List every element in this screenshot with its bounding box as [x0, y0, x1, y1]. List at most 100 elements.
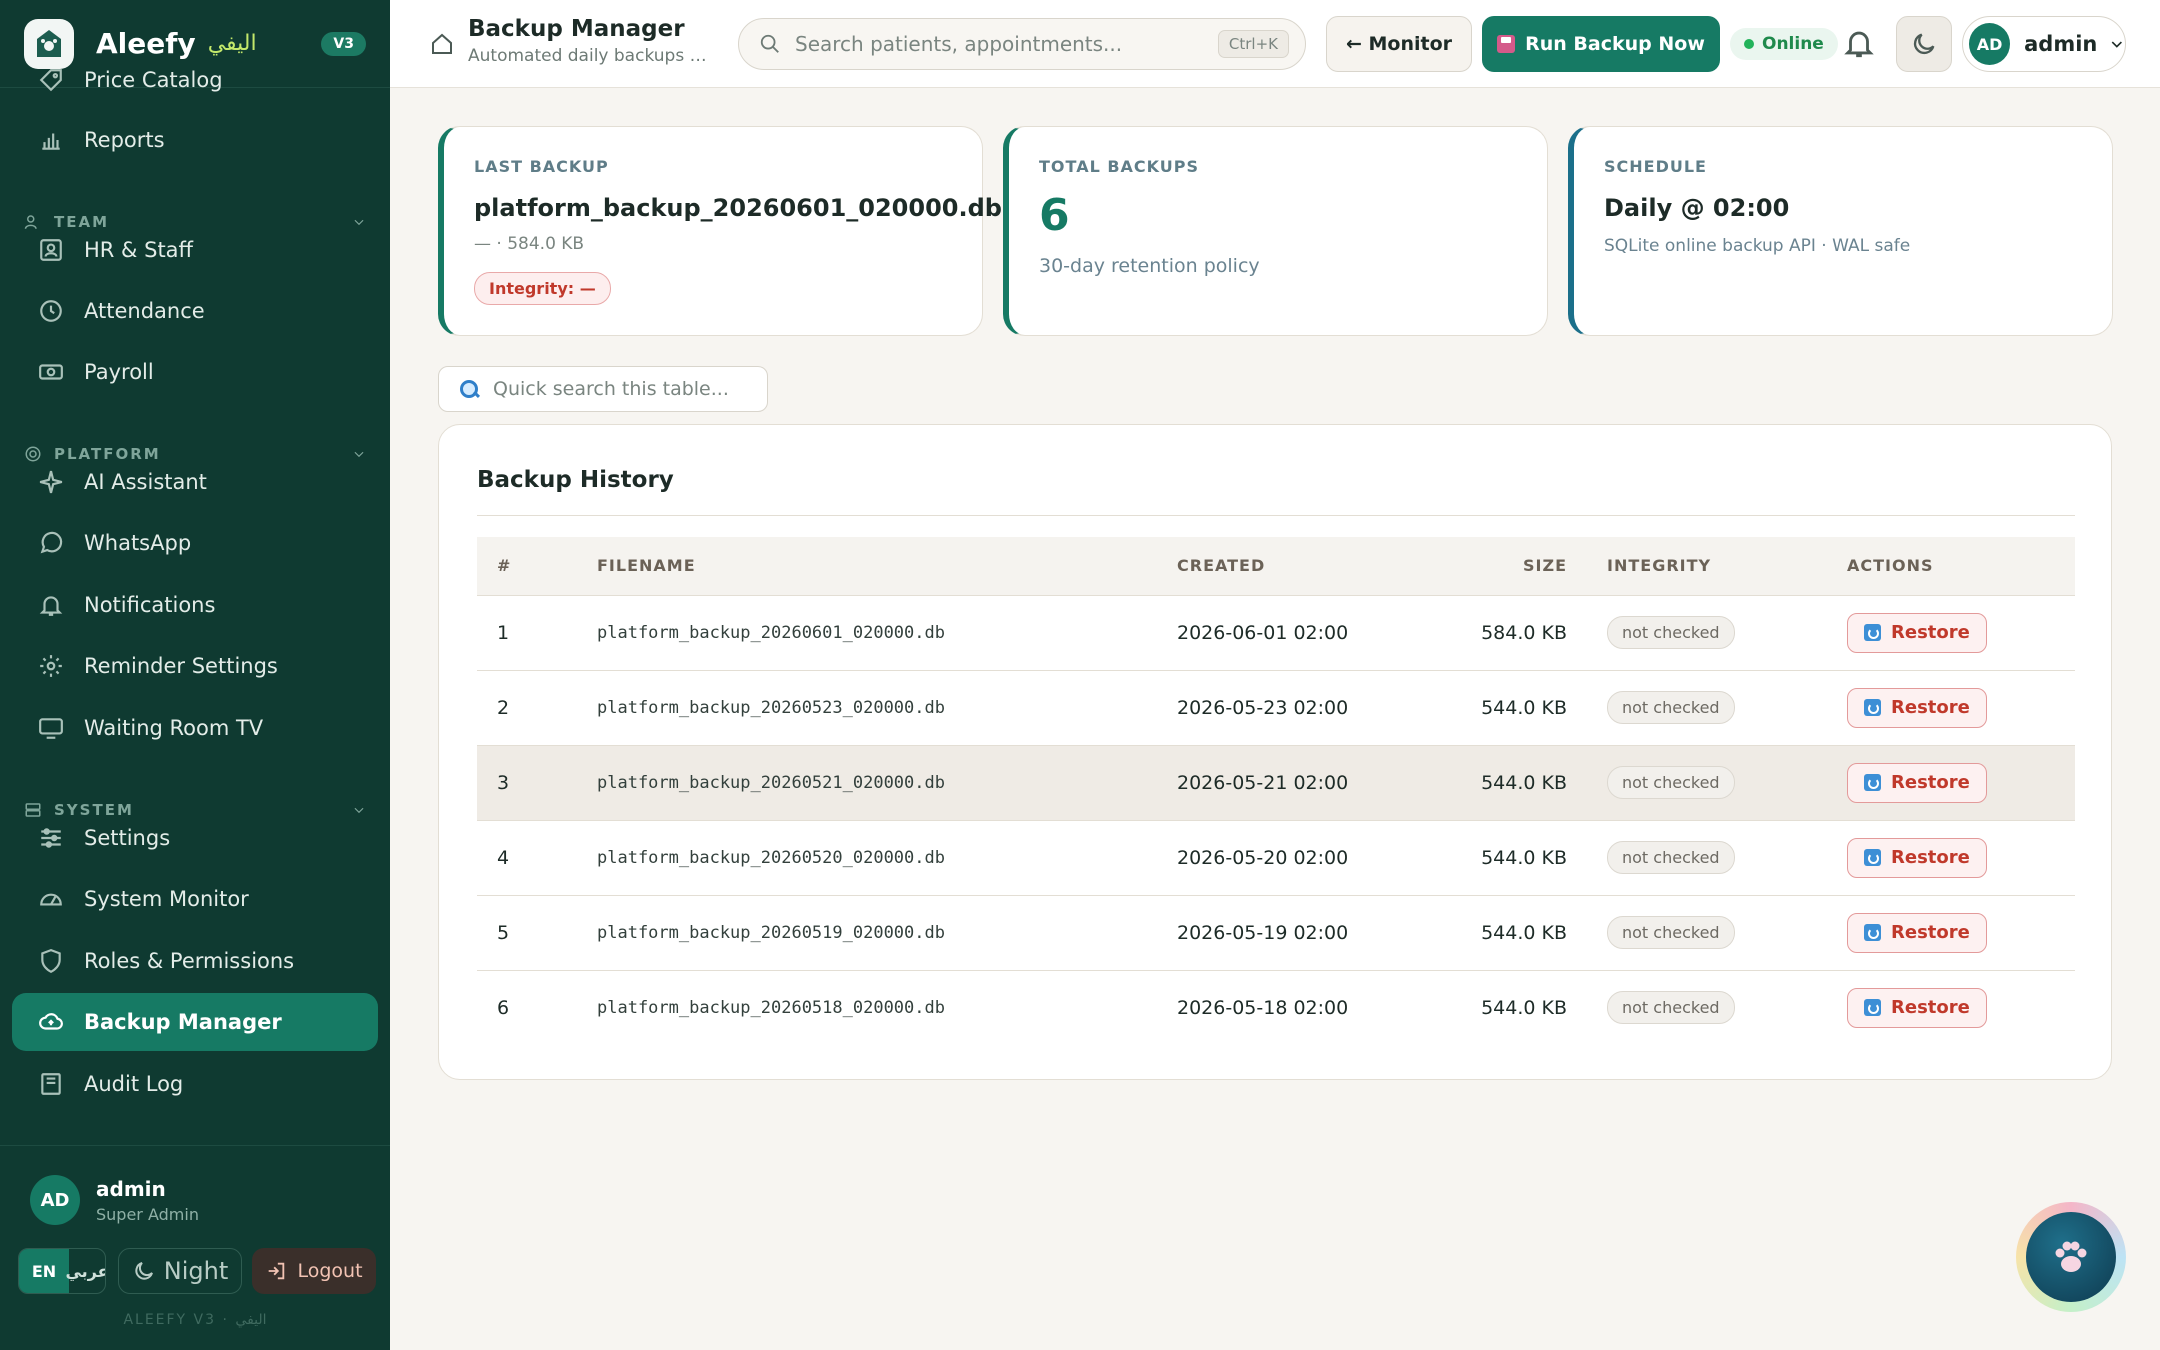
row-created: 2026-06-01 02:00: [1177, 621, 1349, 644]
sidebar-item-system-monitor[interactable]: System Monitor: [12, 870, 378, 928]
row-created: 2026-05-20 02:00: [1177, 846, 1349, 869]
sidebar-item-whatsapp[interactable]: WhatsApp: [12, 514, 378, 572]
run-backup-button[interactable]: Run Backup Now: [1482, 16, 1720, 72]
integrity-badge: not checked: [1607, 691, 1735, 724]
sidebar-item-reports[interactable]: Reports: [12, 111, 378, 169]
assistant-fab[interactable]: [2016, 1202, 2126, 1312]
column-header-actions: ACTIONS: [1827, 537, 2075, 596]
row-number: 6: [497, 996, 510, 1019]
row-created: 2026-05-18 02:00: [1177, 996, 1349, 1019]
sidebar-item-notifications[interactable]: Notifications: [12, 576, 378, 634]
sidebar-item-ai-assistant[interactable]: AI Assistant: [12, 453, 378, 511]
table-row: 3 platform_backup_20260521_020000.db 202…: [477, 745, 2075, 820]
restore-icon: [1864, 999, 1881, 1017]
money-icon: [39, 364, 63, 380]
sidebar: Aleefy اليفي V3 Price Catalog Reports TE…: [0, 0, 390, 1350]
table-header-row: # FILENAME CREATED SIZE INTEGRITY ACTION…: [477, 537, 2075, 596]
restore-icon: [1864, 699, 1881, 716]
sidebar-item-payroll[interactable]: Payroll: [12, 343, 378, 401]
row-filename: platform_backup_20260523_020000.db: [597, 697, 945, 718]
row-actions: Restore: [1827, 670, 2075, 745]
user-name: admin: [96, 1176, 166, 1201]
row-filename: platform_backup_20260518_020000.db: [597, 997, 945, 1018]
avatar: AD: [1969, 23, 2011, 65]
search-shortcut: Ctrl+K: [1217, 30, 1289, 58]
whatsapp-icon: [40, 531, 63, 554]
panel-divider: [477, 515, 2075, 516]
night-mode-button[interactable]: Night: [118, 1248, 242, 1294]
restore-button[interactable]: Restore: [1847, 612, 1987, 653]
row-number: 5: [497, 921, 510, 944]
sidebar-user[interactable]: AD admin Super Admin: [30, 1175, 199, 1225]
column-header-filename[interactable]: FILENAME: [577, 537, 1157, 596]
restore-label: Restore: [1891, 847, 1970, 868]
sidebar-item-backup-manager[interactable]: Backup Manager: [12, 993, 378, 1051]
sidebar-item-audit-log[interactable]: Audit Log: [12, 1055, 378, 1113]
lang-ar-button[interactable]: عربي: [65, 1249, 105, 1293]
logout-label: Logout: [297, 1260, 363, 1282]
schedule-detail: SQLite online backup API · WAL safe: [1604, 236, 1911, 256]
online-dot-icon: [1744, 39, 1754, 49]
row-size: 544.0 KB: [1481, 771, 1567, 794]
table-row: 4 platform_backup_20260520_020000.db 202…: [477, 820, 2075, 895]
row-size: 544.0 KB: [1481, 921, 1567, 944]
column-header-integrity[interactable]: INTEGRITY: [1587, 537, 1827, 596]
row-size: 584.0 KB: [1481, 621, 1567, 644]
sidebar-item-label: HR & Staff: [84, 238, 194, 262]
column-header-created[interactable]: CREATED: [1157, 537, 1427, 596]
notifications-bell-icon[interactable]: [1842, 26, 1876, 60]
panel-title: Backup History: [477, 467, 674, 493]
table-search-input[interactable]: [493, 378, 767, 400]
column-header-number[interactable]: #: [477, 537, 577, 596]
sidebar-item-waiting-room-tv[interactable]: Waiting Room TV: [12, 699, 378, 757]
sidebar-item-label: AI Assistant: [84, 470, 207, 494]
row-actions: Restore: [1827, 595, 2075, 670]
column-header-size[interactable]: SIZE: [1427, 537, 1587, 596]
search-input[interactable]: [795, 32, 1218, 56]
theme-toggle-button[interactable]: [1896, 16, 1952, 72]
row-number: 2: [497, 696, 510, 719]
status-label: Online: [1762, 34, 1824, 54]
sidebar-item-reminder-settings[interactable]: Reminder Settings: [12, 637, 378, 695]
logout-button[interactable]: Logout: [252, 1248, 376, 1294]
table-quick-search: [438, 366, 768, 412]
sidebar-item-hr-staff[interactable]: HR & Staff: [12, 221, 378, 279]
sidebar-controls: EN عربي Night Logout: [18, 1248, 376, 1294]
user-menu[interactable]: AD admin: [1962, 16, 2126, 72]
restore-label: Restore: [1891, 922, 1970, 943]
moon-icon: [1913, 33, 1935, 55]
floppy-disk-icon: [1497, 35, 1516, 53]
sidebar-item-roles-permissions[interactable]: Roles & Permissions: [12, 932, 378, 990]
gear-icon: [40, 655, 62, 677]
sidebar-item-price-catalog[interactable]: Price Catalog: [12, 51, 378, 109]
home-icon[interactable]: [430, 32, 454, 56]
table-row: 1 platform_backup_20260601_020000.db 202…: [477, 595, 2075, 670]
magnifier-icon: [459, 379, 479, 399]
restore-button[interactable]: Restore: [1847, 762, 1987, 803]
restore-label: Restore: [1891, 622, 1970, 643]
restore-button[interactable]: Restore: [1847, 912, 1987, 953]
language-toggle: EN عربي: [18, 1248, 106, 1294]
restore-label: Restore: [1891, 697, 1970, 718]
row-integrity-cell: not checked: [1587, 595, 1827, 670]
paw-icon: [2055, 1241, 2087, 1272]
moon-icon: [135, 1262, 153, 1280]
lang-en-button[interactable]: EN: [19, 1249, 69, 1293]
sidebar-item-label: Payroll: [84, 360, 154, 384]
sidebar-item-settings[interactable]: Settings: [12, 809, 378, 867]
card-label: LAST BACKUP: [474, 157, 609, 176]
row-actions: Restore: [1827, 895, 2075, 970]
sidebar-item-label: Attendance: [84, 299, 205, 323]
restore-button[interactable]: Restore: [1847, 687, 1987, 728]
restore-button[interactable]: Restore: [1847, 837, 1987, 878]
schedule-card: SCHEDULE Daily @ 02:00 SQLite online bac…: [1568, 126, 2113, 336]
row-number: 3: [497, 771, 510, 794]
row-integrity-cell: not checked: [1587, 670, 1827, 745]
id-card-icon: [40, 239, 62, 261]
monitor-button[interactable]: ← Monitor: [1326, 16, 1472, 72]
integrity-badge: not checked: [1607, 991, 1735, 1025]
sidebar-divider: [0, 1145, 390, 1146]
integrity-badge: not checked: [1607, 841, 1735, 874]
sidebar-item-attendance[interactable]: Attendance: [12, 282, 378, 340]
restore-button[interactable]: Restore: [1847, 987, 1987, 1028]
